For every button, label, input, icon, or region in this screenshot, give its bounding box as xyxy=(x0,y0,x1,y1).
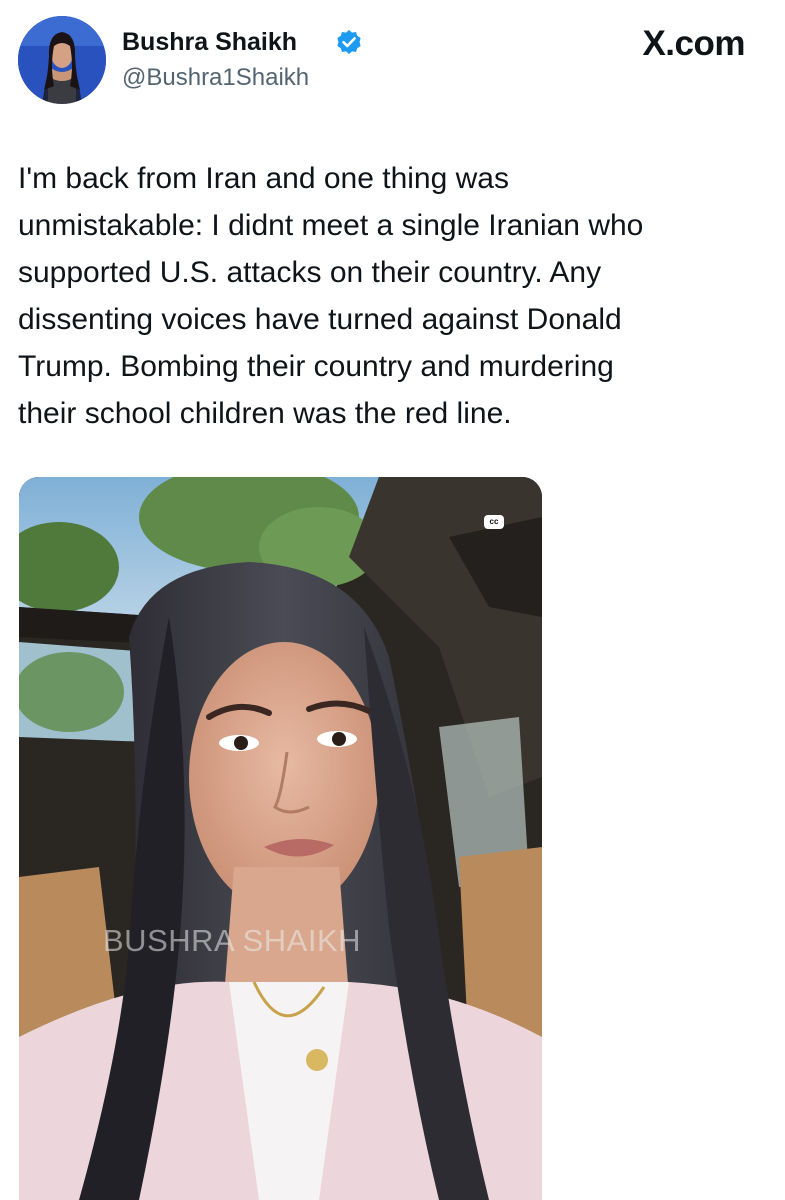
tweet-text-line: unmistakable: I didnt meet a single Iran… xyxy=(18,209,644,242)
user-handle[interactable]: @Bushra1Shaikh xyxy=(122,63,309,93)
site-label: X.com xyxy=(642,24,745,63)
tweet-text-line: dissenting voices have turned against Do… xyxy=(18,303,622,336)
tweet-text-line: Trump. Bombing their country and murderi… xyxy=(18,350,614,383)
tweet-text: I'm back from Iran and one thing was unm… xyxy=(18,155,758,437)
closed-captions-icon[interactable]: cc xyxy=(484,515,504,529)
avatar[interactable] xyxy=(18,16,106,104)
tweet-text-line: their school children was the red line. xyxy=(18,397,512,430)
video-media[interactable]: cc BUSHRA SHAIKH xyxy=(19,477,542,1200)
tweet-text-line: supported U.S. attacks on their country.… xyxy=(18,256,602,289)
video-frame xyxy=(19,477,542,1200)
tweet-text-line: I'm back from Iran and one thing was xyxy=(18,162,509,195)
display-name[interactable]: Bushra Shaikh xyxy=(122,26,297,58)
verified-badge-icon xyxy=(336,29,362,55)
video-watermark: BUSHRA SHAIKH xyxy=(103,923,362,958)
